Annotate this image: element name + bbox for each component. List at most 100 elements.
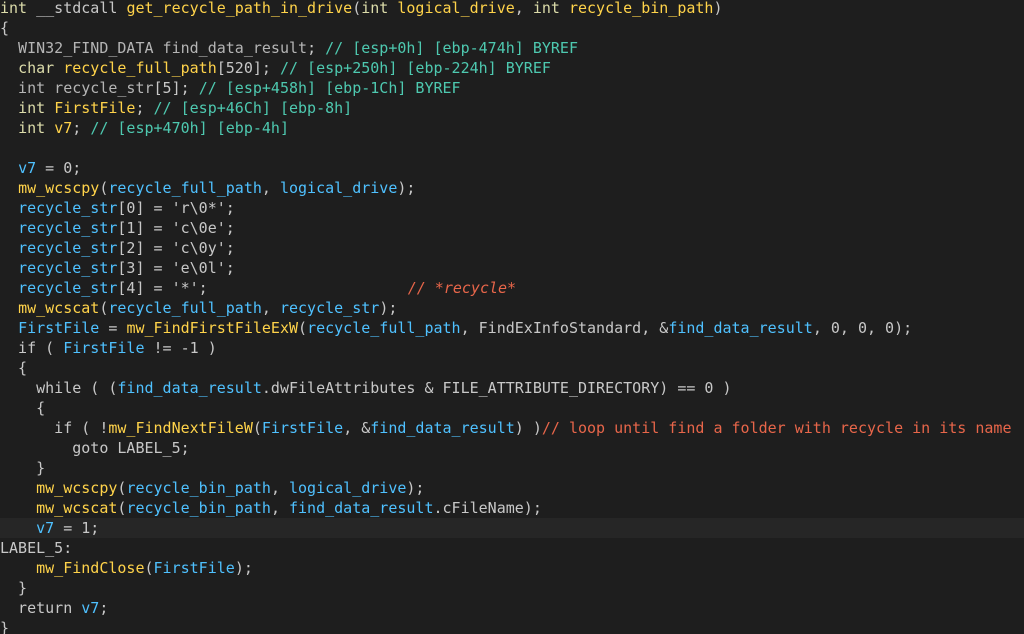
code-token: // [esp+250h] [ebp-224h] BYREF <box>279 59 551 77</box>
code-token: recycle_bin_path <box>126 479 271 497</box>
code-line[interactable]: recycle_str[2] = 'c\0y'; <box>0 238 1024 258</box>
code-line[interactable] <box>0 138 1024 158</box>
code-line[interactable]: recycle_str[1] = 'c\0e'; <box>0 218 1024 238</box>
code-token: v7 <box>54 119 73 137</box>
code-token: ( <box>298 319 308 337</box>
code-token: , <box>261 299 280 317</box>
code-line[interactable]: v7 = 1; <box>0 518 1024 538</box>
code-token: ; <box>72 119 91 137</box>
code-line[interactable]: mw_FindClose(FirstFile); <box>0 558 1024 578</box>
code-editor[interactable]: int __stdcall get_recycle_path_in_drive(… <box>0 0 1024 634</box>
code-token: v7 <box>18 159 37 177</box>
code-line[interactable]: char recycle_full_path[520]; // [esp+250… <box>0 58 1024 78</box>
code-token: mw_FindNextFileW <box>108 419 253 437</box>
code-token: find_data_result <box>289 499 434 517</box>
code-token: , & <box>343 419 371 437</box>
code-token: ; <box>307 39 326 57</box>
code-token: // [esp+470h] [ebp-4h] <box>90 119 289 137</box>
code-token: v7 <box>36 519 55 537</box>
code-line[interactable]: goto LABEL_5; <box>0 438 1024 458</box>
code-token: { <box>0 399 46 417</box>
code-token: int <box>0 79 46 97</box>
code-token: ) <box>713 0 723 17</box>
code-token: = 0; <box>36 159 82 177</box>
code-token: recycle_str <box>279 299 380 317</box>
code-token: find_data_result <box>370 419 515 437</box>
code-token: = <box>99 319 127 337</box>
code-line[interactable]: } <box>0 458 1024 478</box>
code-token: recycle_bin_path <box>126 499 271 517</box>
code-line[interactable]: } <box>0 578 1024 598</box>
code-line[interactable]: mw_wcscpy(recycle_bin_path, logical_driv… <box>0 478 1024 498</box>
code-token: FindExInfoStandard <box>478 319 642 337</box>
code-token: FirstFile <box>18 319 100 337</box>
code-token: [520] <box>216 59 262 77</box>
code-token: ; <box>180 79 199 97</box>
code-token: [2] = 'c\0y'; <box>117 239 235 257</box>
code-line[interactable]: int recycle_str[5]; // [esp+458h] [ebp-1… <box>0 78 1024 98</box>
code-token: char <box>18 59 55 77</box>
code-token: int <box>361 0 389 17</box>
code-token: logical_drive <box>279 179 398 197</box>
code-token: mw_wcscat <box>36 499 118 517</box>
code-token: recycle_full_path <box>307 319 461 337</box>
code-token: recycle_str <box>18 239 118 257</box>
code-line[interactable]: } <box>0 618 1024 634</box>
code-token: = 1; <box>54 519 100 537</box>
code-line[interactable]: int FirstFile; // [esp+46Ch] [ebp-8h] <box>0 98 1024 118</box>
code-token: , <box>270 499 289 517</box>
code-line[interactable]: mw_wcscat(recycle_bin_path, find_data_re… <box>0 498 1024 518</box>
code-token: FirstFile <box>261 419 344 437</box>
code-line[interactable]: WIN32_FIND_DATA find_data_result; // [es… <box>0 38 1024 58</box>
code-token: ; <box>261 59 280 77</box>
code-line[interactable]: mw_wcscat(recycle_full_path, recycle_str… <box>0 298 1024 318</box>
code-line[interactable]: { <box>0 398 1024 418</box>
code-token: recycle_full_path <box>108 179 262 197</box>
code-token: // *recycle* <box>407 279 517 297</box>
code-line[interactable]: { <box>0 358 1024 378</box>
code-token: ); <box>234 559 253 577</box>
code-token: } <box>0 619 10 634</box>
code-line[interactable]: int v7; // [esp+470h] [ebp-4h] <box>0 118 1024 138</box>
code-token: v7 <box>81 599 100 617</box>
code-line[interactable]: recycle_str[0] = 'r\0*'; <box>0 198 1024 218</box>
code-token: int <box>18 99 46 117</box>
code-line[interactable]: int __stdcall get_recycle_path_in_drive(… <box>0 0 1024 18</box>
code-token: recycle_full_path <box>63 59 217 77</box>
code-token: recycle_str <box>18 199 118 217</box>
code-token: recycle_str <box>45 79 154 97</box>
code-token: ; <box>99 599 109 617</box>
code-line[interactable]: while ( (find_data_result.dwFileAttribut… <box>0 378 1024 398</box>
code-line[interactable]: LABEL_5: <box>0 538 1024 558</box>
code-token: ) ) <box>514 419 542 437</box>
code-token: FILE_ATTRIBUTE_DIRECTORY <box>442 379 660 397</box>
code-token: ( <box>352 0 362 17</box>
code-line[interactable]: { <box>0 18 1024 38</box>
code-token: } <box>0 459 46 477</box>
code-token: mw_wcscpy <box>36 479 118 497</box>
code-token: ); <box>397 179 416 197</box>
code-line[interactable]: if ( FirstFile != -1 ) <box>0 338 1024 358</box>
code-line[interactable]: recycle_str[4] = '*'; // *recycle* <box>0 278 1024 298</box>
code-token: if ( <box>0 339 64 357</box>
code-token: LABEL_5: <box>0 539 73 557</box>
code-line[interactable]: v7 = 0; <box>0 158 1024 178</box>
code-line[interactable]: mw_wcscpy(recycle_full_path, logical_dri… <box>0 178 1024 198</box>
code-line[interactable]: recycle_str[3] = 'e\0l'; <box>0 258 1024 278</box>
code-token: find_data_result <box>668 319 813 337</box>
code-token: ; <box>135 99 154 117</box>
code-line[interactable]: FirstFile = mw_FindFirstFileExW(recycle_… <box>0 318 1024 338</box>
code-line[interactable]: return v7; <box>0 598 1024 618</box>
code-token: ( <box>252 419 262 437</box>
code-token: int <box>532 0 560 17</box>
code-token: // [esp+0h] [ebp-474h] BYREF <box>325 39 578 57</box>
code-line[interactable]: if ( !mw_FindNextFileW(FirstFile, &find_… <box>0 418 1024 438</box>
